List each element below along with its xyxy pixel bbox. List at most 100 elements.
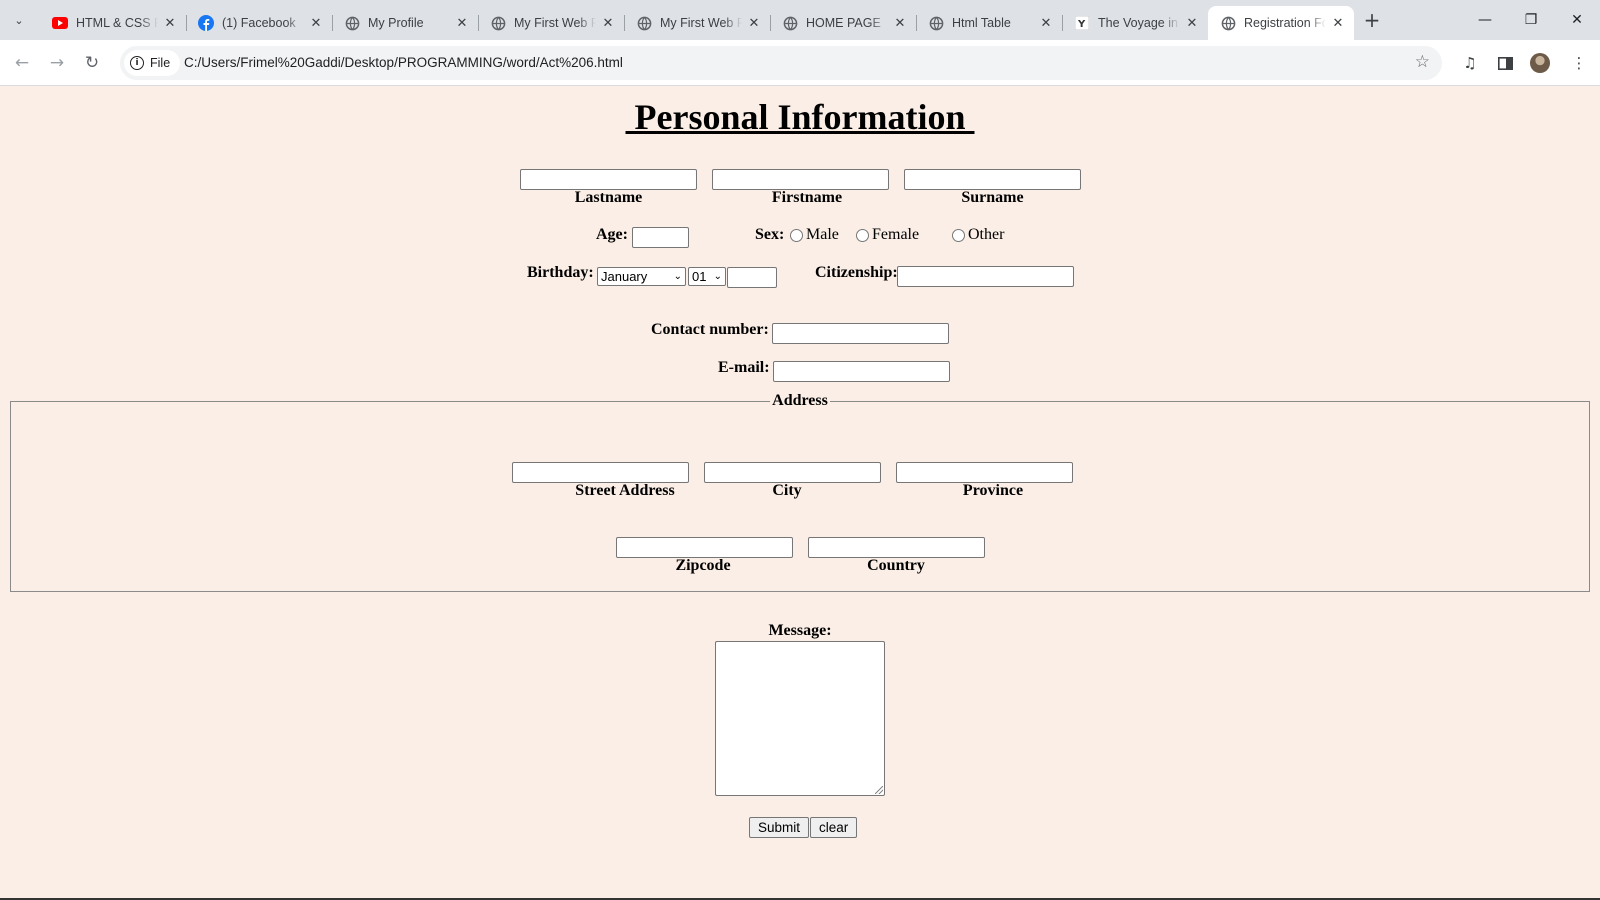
lastname-label: Lastname [574, 189, 643, 206]
city-label: City [772, 482, 802, 499]
close-icon[interactable]: ✕ [454, 15, 470, 31]
info-icon: i [130, 56, 144, 70]
email-label: E-mail: [718, 359, 770, 376]
city-input[interactable] [704, 462, 881, 483]
reload-icon[interactable]: ↻ [78, 49, 106, 77]
close-icon[interactable]: ✕ [162, 15, 178, 31]
minimize-icon[interactable]: — [1462, 0, 1508, 40]
message-textarea[interactable] [715, 641, 885, 796]
sex-female-radio[interactable] [856, 229, 869, 242]
close-icon[interactable]: ✕ [892, 15, 908, 31]
tab-title: My Profile [368, 16, 424, 30]
province-label: Province [962, 482, 1024, 499]
forward-arrow-icon[interactable]: → [43, 49, 71, 77]
tab-title: Html Table [952, 16, 1011, 30]
lastname-input[interactable] [520, 169, 697, 190]
age-input[interactable] [632, 227, 689, 248]
more-menu-icon[interactable]: ⋮ [1565, 49, 1593, 77]
restore-icon[interactable]: ❐ [1508, 0, 1554, 40]
sex-female-label: Female [872, 226, 920, 243]
site-info-chip[interactable]: i File [124, 50, 181, 76]
sex-label: Sex: [755, 226, 785, 243]
side-panel-icon[interactable] [1491, 49, 1519, 77]
chevron-down-icon: ⌄ [673, 271, 682, 282]
back-arrow-icon[interactable]: ← [8, 49, 36, 77]
zipcode-input[interactable] [616, 537, 793, 558]
tab-facebook[interactable]: (1) Facebook ✕ [186, 6, 333, 40]
sex-male-radio[interactable] [790, 229, 803, 242]
submit-button[interactable]: Submit [749, 817, 810, 838]
surname-label: Surname [961, 189, 1024, 206]
close-icon[interactable]: ✕ [600, 15, 616, 31]
message-label: Message: [768, 622, 832, 639]
street-address-input[interactable] [512, 462, 689, 483]
globe-icon [928, 15, 944, 31]
site-info-label: File [150, 56, 171, 70]
surname-input[interactable] [904, 169, 1081, 190]
url-text[interactable]: C:/Users/Frimel%20Gaddi/Desktop/PROGRAMM… [184, 55, 623, 70]
province-input[interactable] [896, 462, 1073, 483]
birth-day-select[interactable]: 01 ⌄ [688, 267, 726, 286]
page-title: Personal Information [625, 97, 975, 137]
close-icon[interactable]: ✕ [308, 15, 324, 31]
avatar[interactable] [1530, 53, 1550, 73]
email-input[interactable] [773, 361, 950, 382]
globe-icon [636, 15, 652, 31]
tab-title: HOME PAGE [806, 16, 881, 30]
new-tab-plus-icon[interactable]: + [1358, 8, 1386, 32]
close-icon[interactable]: ✕ [1184, 15, 1200, 31]
birth-year-input[interactable] [727, 267, 777, 288]
address-bar[interactable]: i File C:/Users/Frimel%20Gaddi/Desktop/P… [120, 46, 1442, 80]
tab-my-first-web-2[interactable]: My First Web F ✕ [624, 6, 771, 40]
resize-grip-icon[interactable] [875, 786, 883, 794]
media-control-icon[interactable]: ♫ [1456, 49, 1484, 77]
tab-title: (1) Facebook [222, 16, 296, 30]
facebook-icon [198, 15, 214, 31]
tab-my-first-web-1[interactable]: My First Web F ✕ [478, 6, 625, 40]
sex-other-radio[interactable] [952, 229, 965, 242]
tab-registration-form[interactable]: Registration Fo ✕ [1208, 6, 1354, 40]
firstname-input[interactable] [712, 169, 889, 190]
contact-number-input[interactable] [772, 323, 949, 344]
citizenship-input[interactable] [897, 266, 1074, 287]
birth-month-select[interactable]: January ⌄ [597, 267, 686, 286]
svg-text:Y: Y [1077, 19, 1086, 30]
tab-html-table[interactable]: Html Table ✕ [916, 6, 1063, 40]
sex-other-label: Other [968, 226, 1005, 243]
tab-my-profile[interactable]: My Profile ✕ [332, 6, 479, 40]
citizenship-label: Citizenship: [815, 264, 898, 281]
globe-icon [1220, 15, 1236, 31]
page-content: Personal Information Lastname Firstname … [0, 86, 1600, 900]
globe-icon [490, 15, 506, 31]
globe-icon [782, 15, 798, 31]
zipcode-label: Zipcode [675, 557, 731, 574]
chevron-down-icon: ⌄ [713, 271, 722, 282]
birth-day-value: 01 [692, 269, 707, 284]
close-icon[interactable]: ✕ [746, 15, 762, 31]
close-icon[interactable]: ✕ [1330, 15, 1346, 31]
tab-youtube[interactable]: HTML & CSS F ✕ [40, 6, 187, 40]
tab-title: My First Web F [514, 16, 596, 30]
address-legend: Address [0, 392, 1600, 410]
tab-the-voyage[interactable]: Y The Voyage in ✕ [1062, 6, 1209, 40]
browser-toolbar: ← → ↻ i File C:/Users/Frimel%20Gaddi/Des… [0, 40, 1600, 86]
close-window-icon[interactable]: ✕ [1554, 0, 1600, 40]
firstname-label: Firstname [771, 189, 843, 206]
sex-male-label: Male [806, 226, 839, 243]
tab-search-chevron-down-icon[interactable]: ⌄ [6, 8, 32, 32]
birth-month-value: January [601, 269, 648, 284]
bookmark-star-icon[interactable]: ☆ [1415, 52, 1430, 72]
clear-button[interactable]: clear [810, 817, 858, 838]
tab-title: HTML & CSS F [76, 16, 158, 30]
close-icon[interactable]: ✕ [1038, 15, 1054, 31]
age-label: Age: [596, 226, 628, 243]
country-input[interactable] [808, 537, 985, 558]
tab-strip: ⌄ HTML & CSS F ✕ (1) Facebook ✕ My Profi… [0, 0, 1600, 40]
birthday-label: Birthday: [527, 264, 594, 281]
tab-title: The Voyage in [1098, 16, 1178, 30]
country-label: Country [867, 557, 925, 574]
youtube-icon [52, 15, 68, 31]
tab-home-page[interactable]: HOME PAGE ✕ [770, 6, 917, 40]
y-icon: Y [1074, 15, 1090, 31]
globe-icon [344, 15, 360, 31]
